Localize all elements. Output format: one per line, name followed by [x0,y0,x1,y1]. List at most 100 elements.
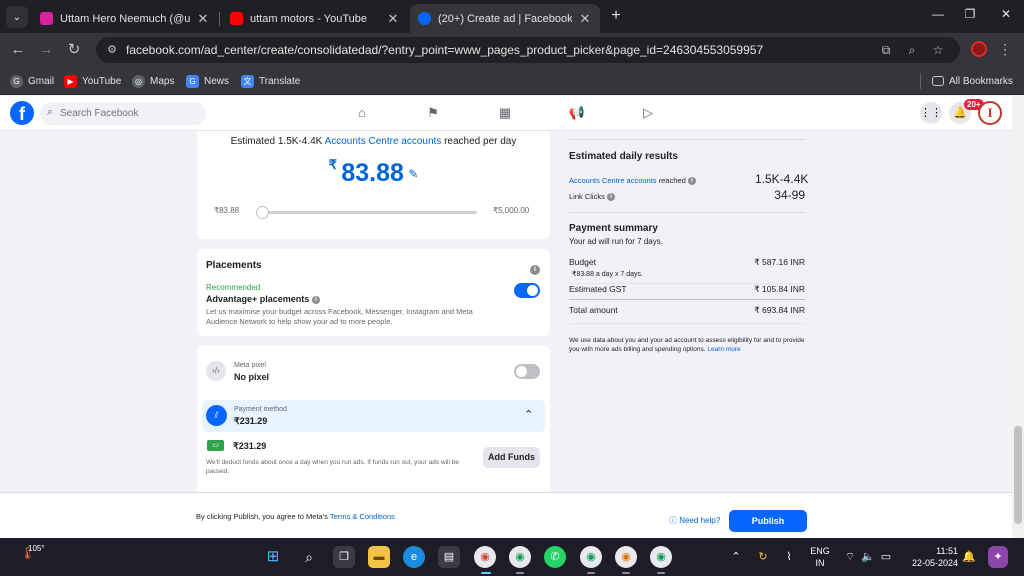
chrome-profile-icon[interactable]: ◉ [615,546,637,568]
sync-icon[interactable]: ↻ [754,546,772,568]
flag-icon[interactable]: ⚑ [424,104,442,122]
search-icon: ⌕ [47,106,54,118]
task-view-icon[interactable]: ❐ [333,546,355,568]
volume-icon[interactable]: 🔈 [860,546,876,568]
bookmark-news[interactable]: G News [186,73,229,89]
language-indicator[interactable]: ENG IN [808,545,832,569]
bookmark-youtube[interactable]: ▶ YouTube [64,73,121,89]
chrome-profile-icon[interactable]: ◉ [509,546,531,568]
reach-estimate: Estimated 1.5K-4.4K Accounts Centre acco… [230,136,517,147]
publish-button[interactable]: Publish [729,510,807,532]
site-settings-icon[interactable]: ⚙ [104,42,120,58]
whatsapp-icon[interactable]: ✆ [544,546,566,568]
restore-button[interactable]: ❐ [960,7,980,25]
search-icon[interactable]: ⌕ [298,546,320,568]
budget-slider-track[interactable] [256,206,477,219]
store-icon[interactable]: ▤ [438,546,460,568]
network-icon[interactable]: ⌇ [780,546,798,568]
account-avatar[interactable]: I [978,101,1002,125]
address-bar[interactable]: ⚙ facebook.com/ad_center/create/consolid… [96,37,960,63]
minimize-button[interactable]: — [928,7,948,25]
total-value: ₹ 693.84 INR [754,305,805,315]
globe-icon: ◎ [132,74,145,88]
menu-grid-icon[interactable]: ⋮⋮ [920,102,942,124]
search-input[interactable] [60,105,200,122]
video-icon[interactable]: ▷ [639,104,657,122]
globe-icon: G [10,74,23,88]
facebook-logo-icon[interactable]: f [10,101,34,125]
budget-label: Budget [569,257,596,267]
billing-disclaimer: We use data about you and your ad accoun… [569,337,805,353]
bookmark-maps[interactable]: ◎ Maps [132,73,174,89]
close-icon[interactable]: ✕ [578,11,592,27]
all-bookmarks[interactable]: All Bookmarks [932,73,1013,89]
youtube-icon: ▶ [64,74,77,88]
divider [569,299,805,300]
info-icon[interactable]: i [687,177,696,185]
budget-slider-handle[interactable] [256,206,269,219]
zoom-icon[interactable]: ⌕ [904,42,920,58]
clock[interactable]: 11:51 22-05-2024 [898,545,958,569]
divider [569,212,805,213]
bookmark-divider [920,73,921,89]
bookmark-gmail[interactable]: G Gmail [10,73,54,89]
tab-title: Uttam Hero Neemuch (@uttam [60,12,190,25]
scrollbar-thumb[interactable] [1014,426,1022,524]
meta-pixel-toggle[interactable] [514,364,540,379]
app-indicator [587,572,595,574]
profile-avatar[interactable] [971,41,987,57]
notification-bell-icon[interactable]: 🔔 [960,546,978,568]
page-scrollbar[interactable] [1012,96,1024,538]
clicks-value: 34-99 [774,188,805,202]
close-icon[interactable]: ✕ [386,11,400,27]
url-text[interactable]: facebook.com/ad_center/create/consolidat… [126,43,763,57]
close-window-button[interactable]: ✕ [996,7,1016,25]
tab-instagram[interactable]: Uttam Hero Neemuch (@uttam ✕ [32,4,218,33]
daily-budget-display[interactable]: ₹ 83.88 ✎ [197,157,550,188]
info-icon[interactable]: i [530,259,540,277]
learn-more-link[interactable]: Learn more [707,346,740,353]
home-icon[interactable]: ⌂ [353,104,371,122]
wifi-icon[interactable]: ⌔ [842,546,858,568]
accounts-centre-link[interactable]: Accounts Centre accounts [569,176,657,185]
close-icon[interactable]: ✕ [196,11,210,27]
bookmark-star-icon[interactable]: ☆ [930,42,946,58]
back-button[interactable]: ← [8,40,28,60]
accounts-centre-link[interactable]: Accounts Centre accounts [325,136,442,147]
chevron-up-icon[interactable]: ⌃ [728,546,744,568]
info-icon[interactable]: i [311,296,320,304]
copilot-icon[interactable]: ✦ [988,546,1008,568]
file-explorer-icon[interactable]: ▬ [368,546,390,568]
megaphone-icon[interactable]: 📢 [568,104,586,122]
chevron-up-icon[interactable]: ⌃ [524,408,533,421]
bookmark-translate[interactable]: 文 Translate [241,73,300,89]
chrome-profile-icon[interactable]: ◉ [580,546,602,568]
battery-icon[interactable]: ▭ [878,546,894,568]
payment-method-row[interactable]: ⫽ Payment method ₹231.29 ⌃ [202,400,545,432]
ads-manager-icon[interactable]: ▦ [496,104,514,122]
new-tab-button[interactable]: + [606,6,626,26]
chrome-icon[interactable]: ◉ [474,546,496,568]
edge-icon[interactable]: e [403,546,425,568]
tab-title: uttam motors - YouTube [250,12,367,25]
reload-button[interactable]: ↻ [64,40,84,60]
info-icon[interactable]: i [606,193,615,201]
gst-value: ₹ 105.84 INR [754,284,805,294]
facebook-icon [418,12,431,25]
forward-button[interactable]: → [36,40,56,60]
need-help-link[interactable]: ⓘ Need help? [669,515,720,526]
install-app-icon[interactable]: ⧉ [878,42,894,58]
advantage-placements-toggle[interactable] [514,283,540,298]
windows-start-icon[interactable]: ⊞ [262,546,284,568]
menu-dots-icon[interactable]: ⋮ [998,41,1012,59]
tab-facebook[interactable]: (20+) Create ad | Facebook ✕ [410,4,600,33]
facebook-search[interactable]: ⌕ [40,102,206,125]
terms-link[interactable]: Terms & Conditions [330,512,395,521]
tab-youtube[interactable]: uttam motors - YouTube ✕ [222,4,408,33]
chrome-profile-icon[interactable]: ◉ [650,546,672,568]
pencil-icon[interactable]: ✎ [408,167,418,181]
tab-search-button[interactable]: ⌄ [6,6,28,28]
add-funds-button[interactable]: Add Funds [483,447,540,468]
bookmark-label: YouTube [82,75,122,87]
budget-amount[interactable]: 83.88 [341,159,404,187]
